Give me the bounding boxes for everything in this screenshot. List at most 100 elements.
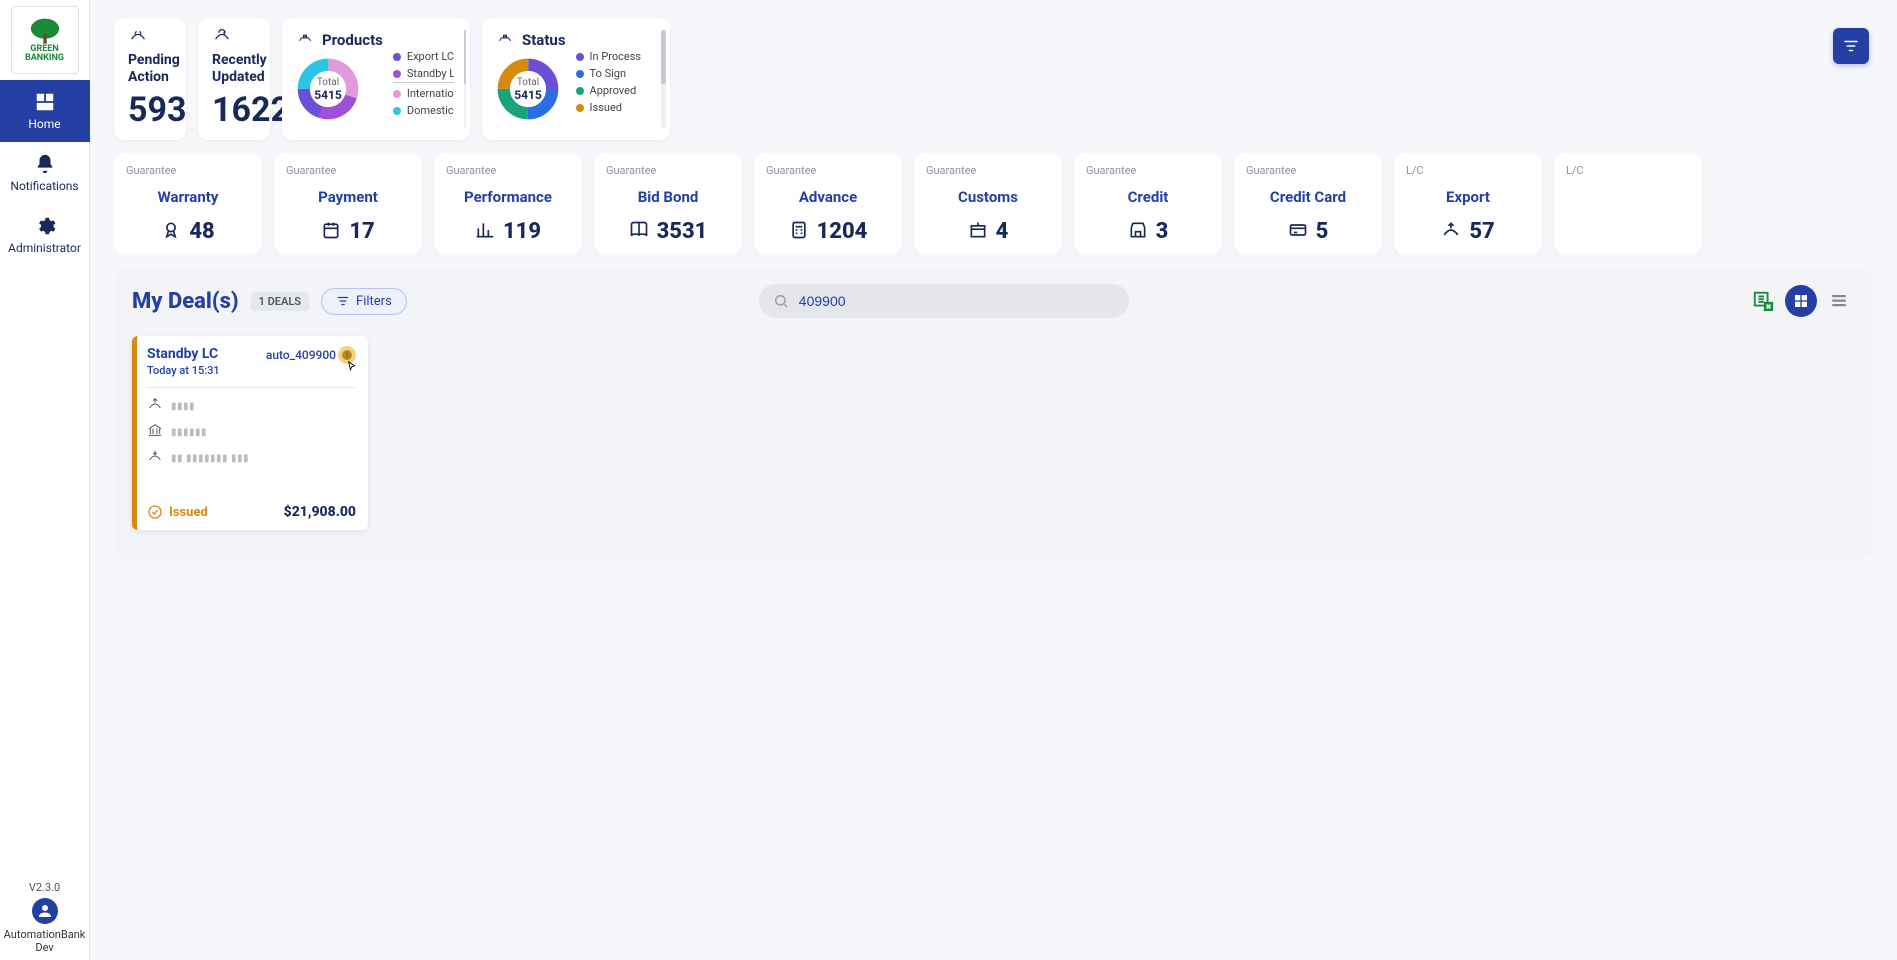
kpi-card-more[interactable]: L/C (1554, 154, 1702, 254)
deals-count: 1 DEALS (251, 292, 309, 311)
nav-home-label: Home (28, 117, 60, 131)
pending-action-card[interactable]: Pending Action 593 (114, 18, 186, 140)
legend-item[interactable]: Domestic (393, 104, 454, 117)
chart-icon (475, 220, 495, 244)
export-button[interactable] (1747, 285, 1779, 317)
search-input[interactable] (797, 292, 1115, 310)
legend-label: To Sign (590, 67, 627, 80)
products-scrollbar[interactable] (464, 30, 466, 128)
version-label: V2.3.0 (29, 881, 60, 894)
kpi-category: Guarantee (1246, 164, 1370, 177)
export-icon (1441, 220, 1461, 244)
legend-item[interactable]: International Outgoing (393, 87, 454, 100)
deal-amount: $21,908.00 (284, 504, 356, 520)
kpi-card-credit-card[interactable]: GuaranteeCredit Card5 (1234, 154, 1382, 254)
refresh-hand-icon (212, 28, 232, 48)
download-icon (147, 448, 163, 464)
kpi-row[interactable]: GuaranteeWarranty48GuaranteePayment17Gua… (114, 154, 1873, 254)
kpi-category: Guarantee (606, 164, 730, 177)
legend-item[interactable]: Export LC (393, 50, 454, 63)
legend-label: Issued (590, 101, 622, 114)
status-donut: Total 5415 (496, 57, 560, 121)
deal-card[interactable]: Standby LC Today at 15:31 auto_409900 $ (132, 336, 368, 530)
legend-label: Export LC (407, 50, 454, 63)
deal-timestamp: Today at 15:31 (147, 364, 220, 377)
global-filter-button[interactable] (1833, 28, 1869, 64)
kpi-card-warranty[interactable]: GuaranteeWarranty48 (114, 154, 262, 254)
nav-home[interactable]: Home (0, 80, 90, 142)
status-chart-card[interactable]: Status Total 5415 (482, 18, 670, 140)
deals-header: My Deal(s) 1 DEALS Filters (132, 284, 1855, 318)
deal-line-from: ▮▮▮▮ (147, 396, 356, 416)
legend-dot (393, 90, 401, 98)
kpi-value: 119 (503, 219, 541, 244)
nav-notifications-label: Notifications (10, 179, 78, 193)
nav-administrator[interactable]: Administrator (0, 204, 90, 266)
kpi-value: 57 (1469, 219, 1494, 244)
legend-label: Approved (590, 84, 637, 97)
pending-action-label: Pending Action (128, 52, 180, 86)
kpi-card-credit[interactable]: GuaranteeCredit3 (1074, 154, 1222, 254)
search-icon (773, 293, 789, 309)
check-circle-icon (147, 504, 163, 520)
coin-icon: $ (338, 346, 356, 364)
legend-label: In Process (590, 50, 642, 63)
deal-body: ▮▮▮▮ ▮▮▮▮▮▮ ▮▮ ▮▮▮▮▮▮▮ ▮▮▮ (147, 387, 356, 504)
status-scrollbar[interactable] (661, 30, 666, 128)
kpi-value: 48 (189, 219, 214, 244)
avatar[interactable] (32, 898, 58, 924)
deal-status: Issued (147, 504, 208, 520)
list-icon (1830, 292, 1848, 310)
search-box[interactable] (759, 284, 1129, 318)
kpi-card-performance[interactable]: GuaranteePerformance119 (434, 154, 582, 254)
bank-icon (147, 422, 163, 438)
legend-dot (576, 87, 584, 95)
products-total-label: Total (317, 77, 339, 88)
kpi-value: 3531 (657, 219, 708, 244)
legend-item[interactable]: To Sign (576, 67, 642, 80)
product-icon (296, 30, 314, 49)
user-icon (36, 902, 54, 920)
kpi-name: Bid Bond (606, 188, 730, 206)
kpi-category: Guarantee (126, 164, 250, 177)
summary-row: Pending Action 593 Recently Updated 1622… (114, 18, 1873, 140)
legend-dot (393, 53, 401, 61)
sidebar: GREEN BANKING Home Notifications Adminis… (0, 0, 90, 960)
kpi-card-advance[interactable]: GuaranteeAdvance1204 (754, 154, 902, 254)
kpi-category: Guarantee (766, 164, 890, 177)
grid-icon (1793, 293, 1809, 309)
calendar-icon (321, 220, 341, 244)
logo-text: GREEN BANKING (12, 45, 78, 63)
recently-updated-card[interactable]: Recently Updated 1622 (198, 18, 270, 140)
products-donut: Total 5415 (296, 57, 360, 121)
logo[interactable]: GREEN BANKING (11, 6, 79, 74)
main-content: Pending Action 593 Recently Updated 1622… (90, 0, 1897, 960)
kpi-card-customs[interactable]: GuaranteeCustoms4 (914, 154, 1062, 254)
kpi-card-payment[interactable]: GuaranteePayment17 (274, 154, 422, 254)
badge-icon (161, 220, 181, 244)
kpi-value: 3 (1156, 219, 1169, 244)
legend-item[interactable]: Standby LC (393, 67, 454, 83)
legend-item[interactable]: Issued (576, 101, 642, 114)
deal-reference: auto_409900 (266, 348, 336, 362)
products-chart-card[interactable]: Products Total 5415 (282, 18, 470, 140)
export-excel-icon (1752, 290, 1774, 312)
nav-administrator-label: Administrator (8, 241, 81, 255)
legend-item[interactable]: In Process (576, 50, 642, 63)
grid-view-button[interactable] (1785, 285, 1817, 317)
legend-dot (576, 104, 584, 112)
status-title: Status (522, 31, 566, 49)
kpi-card-bid-bond[interactable]: Guarantee Bid Bond 3531 (594, 154, 742, 254)
status-total-label: Total (517, 77, 539, 88)
legend-dot (576, 53, 584, 61)
filters-label: Filters (356, 294, 392, 309)
legend-label: Domestic (407, 104, 454, 117)
kpi-card-export[interactable]: L/CExport57 (1394, 154, 1542, 254)
nav-notifications[interactable]: Notifications (0, 142, 90, 204)
pending-action-value: 593 (128, 90, 187, 130)
filters-button[interactable]: Filters (321, 288, 407, 315)
list-view-button[interactable] (1823, 285, 1855, 317)
legend-item[interactable]: Approved (576, 84, 642, 97)
deal-line-bank: ▮▮▮▮▮▮ (147, 422, 356, 442)
deal-status-label: Issued (169, 505, 208, 520)
